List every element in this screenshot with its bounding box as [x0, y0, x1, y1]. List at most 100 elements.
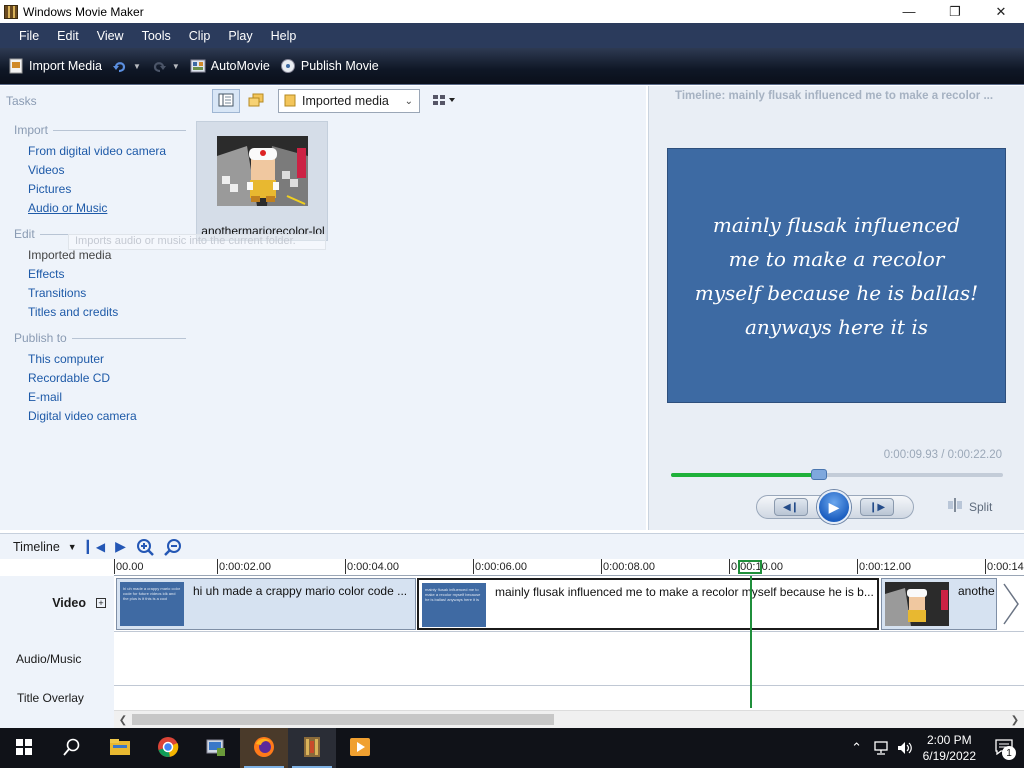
automovie-label: AutoMovie	[210, 59, 270, 73]
control-panel-icon	[205, 736, 227, 761]
automovie-button[interactable]: AutoMovie	[190, 58, 270, 74]
menu-view[interactable]: View	[88, 29, 133, 43]
menu-tools[interactable]: Tools	[133, 29, 180, 43]
previous-frame-button[interactable]: ◀❙	[774, 498, 808, 516]
task-publish-this-computer[interactable]: This computer	[28, 352, 104, 366]
timeline-clip-selected[interactable]: mainly flusak influenced me to make a re…	[417, 578, 879, 630]
undo-dropdown-icon[interactable]: ▼	[133, 62, 141, 71]
system-tray: ⌃ 2:00 PM 6/19/2022 1	[845, 728, 1024, 768]
scrollbar-thumb[interactable]	[132, 714, 554, 725]
taskbar-chrome[interactable]	[144, 728, 192, 768]
collection-dropdown[interactable]: Imported media ⌄	[278, 89, 420, 113]
audio-track-label: Audio/Music	[16, 652, 82, 666]
seek-handle[interactable]	[811, 469, 828, 480]
windows-logo-icon	[16, 738, 32, 758]
redo-icon[interactable]	[151, 58, 167, 74]
menu-play[interactable]: Play	[219, 29, 261, 43]
split-button[interactable]: Split	[947, 498, 992, 515]
task-titles-and-credits[interactable]: Titles and credits	[28, 305, 118, 319]
taskbar-firefox[interactable]	[240, 728, 288, 768]
search-button[interactable]	[48, 728, 96, 768]
scroll-left-icon[interactable]: ❮	[115, 712, 131, 728]
timeline-clip[interactable]: anothe	[881, 578, 997, 630]
volume-icon[interactable]	[893, 728, 917, 768]
split-icon	[947, 498, 963, 515]
taskbar-control-panel[interactable]	[192, 728, 240, 768]
timeline-scroll-right-icon[interactable]	[1000, 578, 1022, 630]
clock-date: 6/19/2022	[922, 749, 976, 763]
undo-icon[interactable]	[112, 58, 128, 74]
tasks-pane-icon	[218, 93, 234, 110]
menu-clip[interactable]: Clip	[180, 29, 220, 43]
task-from-digital-video-camera[interactable]: From digital video camera	[28, 144, 166, 158]
rewind-timeline-icon[interactable]: ▎◀	[87, 540, 105, 554]
taskbar-file-explorer[interactable]	[96, 728, 144, 768]
timeline-view-dropdown[interactable]: Timeline ▼	[13, 540, 77, 554]
timeline-toolbar: Timeline ▼ ▎◀ ▶	[0, 533, 1024, 559]
media-item[interactable]: anothermariorecolor-lol	[196, 121, 328, 241]
video-track-name: Video	[52, 596, 86, 610]
scroll-right-icon[interactable]: ❯	[1007, 712, 1023, 728]
tasks-pane: Tasks Import From digital video camera V…	[0, 86, 196, 530]
menu-help[interactable]: Help	[262, 29, 306, 43]
publish-group-heading: Publish to	[14, 331, 186, 345]
redo-dropdown-icon[interactable]: ▼	[172, 62, 180, 71]
system-clock[interactable]: 2:00 PM 6/19/2022	[923, 732, 976, 764]
clip-thumbnail: hi uh made a crappy mario color code for…	[120, 582, 184, 626]
timeline-scrollbar[interactable]: ❮ ❯	[114, 710, 1024, 728]
taskbar-movie-maker[interactable]	[288, 728, 336, 768]
task-imported-media[interactable]: Imported media	[28, 248, 111, 262]
import-group-heading: Import	[14, 123, 186, 137]
task-import-pictures[interactable]: Pictures	[28, 182, 71, 196]
caption-line: mainly flusak influenced	[712, 212, 961, 237]
time-readout: 0:00:09.93 / 0:00:22.20	[883, 449, 1002, 461]
task-import-videos[interactable]: Videos	[28, 163, 64, 177]
notification-center-button[interactable]: 1	[984, 728, 1024, 768]
minimize-icon[interactable]: —	[886, 0, 932, 23]
toolbar: Import Media ▼ ▼ AutoMovie Publish Movie	[0, 48, 1024, 85]
timeline-clip[interactable]: hi uh made a crappy mario color code for…	[116, 578, 416, 630]
import-media-button[interactable]: Import Media	[8, 58, 102, 74]
publish-movie-button[interactable]: Publish Movie	[280, 58, 379, 74]
tasks-toggle-button[interactable]	[212, 89, 240, 113]
play-button[interactable]: ▶	[817, 490, 851, 524]
ruler-tick: 0:00:06.00	[473, 559, 527, 574]
ruler-tick: 0:00:08.00	[601, 559, 655, 574]
start-button[interactable]	[0, 728, 48, 768]
task-effects[interactable]: Effects	[28, 267, 64, 281]
edit-heading-label: Edit	[14, 227, 35, 241]
menu-edit[interactable]: Edit	[48, 29, 88, 43]
title-overlay-track-label: Title Overlay	[17, 691, 84, 705]
divider	[71, 337, 186, 339]
zoom-in-icon[interactable]	[136, 538, 154, 556]
time-ruler[interactable]: 00.00 0:00:02.00 0:00:04.00 0:00:06.00 0…	[114, 559, 1024, 576]
menu-file[interactable]: File	[10, 29, 48, 43]
import-media-icon	[8, 58, 24, 74]
view-options-button[interactable]	[428, 89, 460, 113]
playhead-marker[interactable]	[738, 560, 762, 574]
timeline-view-label: Timeline	[13, 539, 60, 554]
collections-button[interactable]	[242, 89, 270, 113]
timeline-tracks[interactable]: hi uh made a crappy mario color code for…	[114, 576, 1024, 710]
task-publish-email[interactable]: E-mail	[28, 390, 62, 404]
seek-bar[interactable]	[671, 469, 1003, 480]
taskbar-media-player[interactable]	[336, 728, 384, 768]
divider	[53, 129, 186, 131]
task-publish-recordable-cd[interactable]: Recordable CD	[28, 371, 110, 385]
zoom-out-icon[interactable]	[164, 538, 182, 556]
collection-toolbar: Imported media ⌄	[212, 89, 462, 113]
expand-track-icon[interactable]: +	[96, 598, 106, 608]
folders-icon	[247, 92, 265, 111]
network-icon[interactable]	[869, 728, 893, 768]
task-transitions[interactable]: Transitions	[28, 286, 86, 300]
thumbnail-view-icon	[432, 94, 456, 109]
import-heading-label: Import	[14, 123, 49, 137]
task-import-audio-or-music[interactable]: Audio or Music	[28, 201, 107, 215]
next-frame-button[interactable]: ❙▶	[860, 498, 894, 516]
maximize-icon[interactable]: ❐	[932, 0, 978, 23]
play-timeline-icon[interactable]: ▶	[115, 538, 126, 555]
task-publish-digital-video-camera[interactable]: Digital video camera	[28, 409, 137, 423]
chevron-up-icon[interactable]: ⌃	[845, 728, 869, 768]
track-labels: Video + Audio/Music Title Overlay	[0, 576, 114, 728]
close-icon[interactable]: ✕	[978, 0, 1024, 23]
